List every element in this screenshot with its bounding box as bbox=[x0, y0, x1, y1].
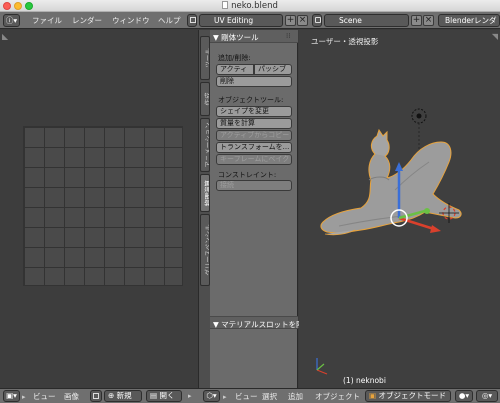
tab-physics[interactable]: 物理演算 bbox=[200, 174, 210, 212]
new-image-button[interactable]: ⊕ 新規 bbox=[104, 390, 142, 402]
window-title-text: neko.blend bbox=[231, 1, 278, 11]
pivot-icon: ◎▾ bbox=[481, 391, 493, 400]
drag-handle-icon[interactable]: ⁞⁞ bbox=[286, 32, 290, 40]
object-tools-label: オブジェクトツール: bbox=[218, 96, 284, 104]
open-image-label: 開く bbox=[159, 391, 175, 400]
info-icon: ⓘ▾ bbox=[5, 16, 18, 25]
add-scene-icon[interactable]: + bbox=[411, 15, 422, 26]
3d-menu-object[interactable]: オブジェクト bbox=[315, 389, 360, 403]
menu-help[interactable]: ヘルプ bbox=[158, 12, 181, 29]
tab-tools[interactable]: ツール bbox=[200, 36, 210, 80]
shading-solid-icon: ●▾ bbox=[458, 391, 470, 400]
bake-to-keyframes-button: キーフレームにベイク bbox=[216, 154, 292, 165]
uv-menu-image[interactable]: 画像 bbox=[64, 389, 79, 403]
interaction-mode-select[interactable]: ▣ オブジェクトモード bbox=[365, 390, 451, 402]
editor-type-menu[interactable]: ⓘ▾ bbox=[3, 14, 20, 27]
material-slot-panel-header[interactable]: ▼ マテリアルスロットを除 bbox=[210, 316, 304, 329]
image-editor-type-menu[interactable]: ▣▾ bbox=[3, 390, 20, 402]
scene-browse[interactable] bbox=[312, 14, 322, 27]
bottom-headers: ▣▾ ▸ ビュー 画像 ⊕ 新規 ▤ 開く ▸ ⬡▾ ▸ ビュー 選択 追加 オ… bbox=[0, 388, 500, 403]
layout-grid-icon bbox=[190, 17, 196, 23]
open-image-button[interactable]: ▤ 開く bbox=[146, 390, 182, 402]
constraints-label: コンストレイント: bbox=[218, 171, 277, 179]
menu-file[interactable]: ファイル bbox=[32, 12, 62, 29]
info-header: ⓘ▾ ファイル レンダー ウィンドウ ヘルプ UV Editing + × Sc… bbox=[0, 12, 500, 36]
calculate-mass-button[interactable]: 質量を計算 bbox=[216, 118, 292, 129]
3d-menu-add[interactable]: 追加 bbox=[288, 389, 303, 403]
interaction-mode-label: オブジェクトモード bbox=[378, 391, 446, 400]
header-collapse-icon[interactable]: ▸ bbox=[223, 393, 227, 401]
viewport-shading-select[interactable]: ●▾ bbox=[455, 390, 473, 402]
image-browse-icon bbox=[93, 393, 99, 399]
header-overflow-icon[interactable]: ▸ bbox=[188, 389, 198, 403]
tab-grease-pencil[interactable]: グリースペンシル bbox=[200, 214, 210, 286]
axis-orientation-icon bbox=[316, 358, 328, 375]
uv-grid[interactable] bbox=[23, 126, 183, 286]
change-shape-button[interactable]: シェイプを変更 bbox=[216, 106, 292, 117]
tool-shelf: ▼ 剛体ツール ⁞⁞ 追加/削除: アクティ パッシブ 削除 オブジェクトツール… bbox=[210, 30, 304, 388]
image-browse[interactable] bbox=[90, 390, 102, 402]
active-object-label: (1) neknobi bbox=[343, 376, 386, 385]
scene-icon bbox=[315, 17, 321, 23]
menu-render[interactable]: レンダー bbox=[72, 12, 102, 29]
window-title: neko.blend bbox=[0, 0, 500, 12]
delete-scene-icon[interactable]: × bbox=[423, 15, 434, 26]
add-remove-label: 追加/削除: bbox=[218, 54, 251, 62]
header-collapse-icon[interactable]: ▸ bbox=[22, 393, 26, 401]
scene-field[interactable]: Scene bbox=[324, 14, 409, 27]
material-slot-panel-title: ▼ マテリアルスロットを除 bbox=[213, 320, 304, 329]
apply-transform-button[interactable]: トランスフォームを... bbox=[216, 142, 292, 153]
add-active-button[interactable]: アクティ bbox=[216, 64, 254, 75]
add-passive-button[interactable]: パッシブ bbox=[254, 64, 292, 75]
viewport-scene bbox=[316, 108, 462, 375]
screen-layout-field[interactable]: UV Editing bbox=[199, 14, 283, 27]
tab-animation[interactable]: アニメーション bbox=[200, 118, 210, 172]
image-editor-icon: ▣▾ bbox=[6, 391, 17, 400]
area-split-corner-icon[interactable]: ◣ bbox=[2, 32, 8, 41]
plus-icon: ⊕ bbox=[108, 391, 117, 400]
3d-menu-view[interactable]: ビュー bbox=[235, 389, 258, 403]
remove-rigid-body-button[interactable]: 削除 bbox=[216, 76, 292, 87]
pivot-point-select[interactable]: ◎▾ bbox=[476, 390, 498, 402]
screen-layout-browse[interactable] bbox=[187, 14, 197, 27]
tool-shelf-tabs: ツール 作成 アニメーション 物理演算 グリースペンシル bbox=[198, 30, 210, 388]
rigid-body-panel-title: ▼ 剛体ツール bbox=[213, 33, 259, 42]
render-engine-select[interactable]: Blenderレンダー bbox=[438, 14, 500, 36]
copy-from-active-button: アクティブからコピー bbox=[216, 130, 292, 141]
3d-menu-select[interactable]: 選択 bbox=[262, 389, 277, 403]
window-titlebar: neko.blend bbox=[0, 0, 500, 12]
connect-button: 接続 bbox=[216, 180, 292, 191]
3d-view-icon: ⬡▾ bbox=[206, 391, 217, 400]
new-image-label: 新規 bbox=[116, 391, 132, 400]
delete-layout-icon[interactable]: × bbox=[297, 15, 308, 26]
document-icon bbox=[222, 1, 229, 9]
uv-menu-view[interactable]: ビュー bbox=[33, 389, 56, 403]
menu-window[interactable]: ウィンドウ bbox=[112, 12, 150, 29]
3d-viewport[interactable]: ユーザー・透視投影 ◥ (1) neknobi bbox=[299, 30, 500, 388]
add-layout-icon[interactable]: + bbox=[285, 15, 296, 26]
3d-view-editor-type-menu[interactable]: ⬡▾ bbox=[203, 390, 220, 402]
rigid-body-panel-header[interactable]: ▼ 剛体ツール ⁞⁞ bbox=[210, 30, 298, 43]
tab-create[interactable]: 作成 bbox=[200, 82, 210, 116]
